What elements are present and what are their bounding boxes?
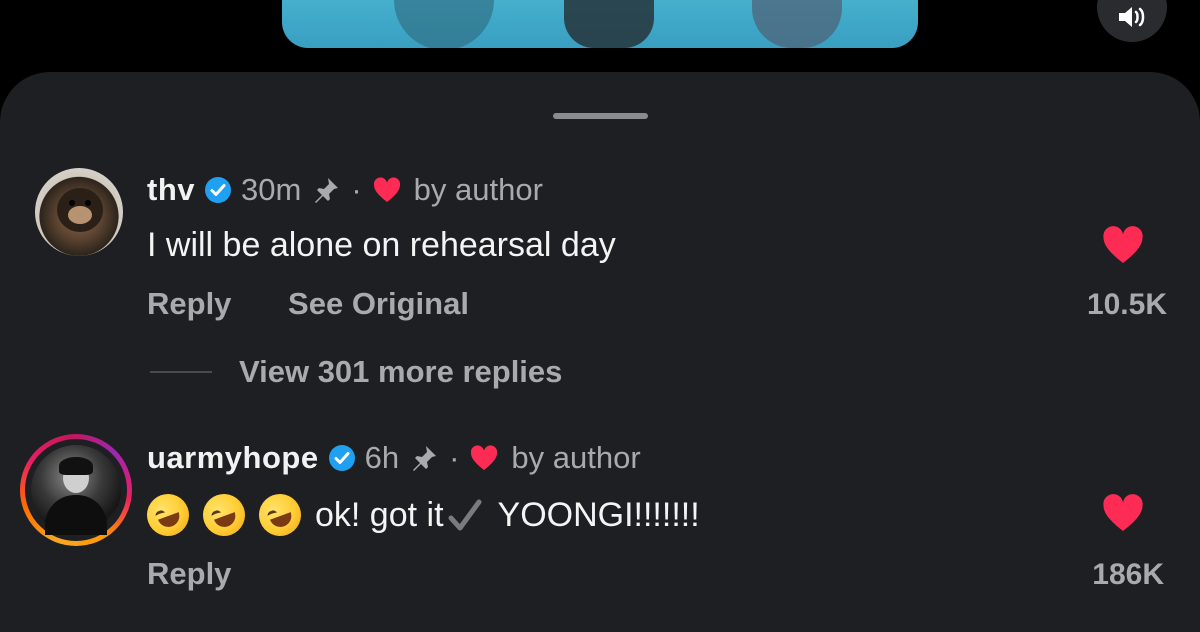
avatar-muzzle — [68, 206, 92, 224]
speaker-icon — [1119, 7, 1145, 27]
comment-text-part: YOONGI!!!!!!! — [497, 495, 700, 534]
separator-dot: · — [449, 440, 460, 475]
heart-icon — [469, 444, 499, 472]
video-figure — [394, 0, 494, 48]
like-count: 10.5K — [1086, 288, 1167, 321]
volume-button[interactable] — [1097, 0, 1167, 42]
replies-divider — [150, 371, 212, 373]
avatar-ring-gap — [25, 439, 127, 541]
video-preview[interactable] — [282, 0, 918, 48]
comment-text: I will be alone on rehearsal day — [147, 225, 616, 264]
avatar-hair — [59, 457, 93, 475]
verified-badge-icon — [328, 444, 356, 472]
comment-time: 6h — [364, 440, 400, 475]
author-liked-label: by author — [511, 440, 641, 475]
heart-icon — [372, 176, 402, 204]
username[interactable]: thv — [147, 172, 195, 208]
comment-text-part: ok! got it — [315, 495, 444, 534]
avatar-eye — [85, 200, 91, 206]
username[interactable]: uarmyhope — [147, 440, 319, 476]
author-liked-label: by author — [413, 172, 543, 207]
video-figure — [564, 0, 654, 48]
view-replies-label: View 301 more replies — [239, 354, 563, 389]
comment-actions: Reply See Original — [147, 286, 469, 322]
rofl-emoji-icon — [141, 488, 195, 542]
check-mark-icon — [448, 498, 482, 532]
comment-actions: Reply — [147, 556, 231, 592]
comment-header: uarmyhope 6h · by author — [147, 440, 641, 476]
video-figure — [752, 0, 842, 48]
like-heart-icon[interactable] — [1100, 492, 1146, 539]
avatar — [31, 445, 121, 535]
pin-icon — [311, 175, 341, 205]
avatar[interactable] — [35, 168, 123, 256]
reply-button[interactable]: Reply — [147, 286, 231, 321]
see-original-button[interactable]: See Original — [288, 286, 469, 321]
avatar-story-ring[interactable] — [20, 434, 132, 546]
like-count: 186K — [1092, 558, 1164, 591]
comment-time: 30m — [241, 172, 302, 207]
rofl-emoji-icon — [197, 488, 251, 542]
rofl-emoji-icon — [253, 488, 307, 542]
reply-button[interactable]: Reply — [147, 556, 231, 591]
separator-dot: · — [351, 172, 362, 207]
avatar-eye — [69, 200, 75, 206]
drag-handle[interactable] — [553, 113, 648, 119]
view-more-replies-button[interactable]: View 301 more replies — [150, 352, 562, 392]
comment-text: ok! got it YOONGI!!!!!!! — [141, 488, 700, 542]
avatar-jacket — [45, 495, 107, 535]
like-heart-icon[interactable] — [1100, 224, 1146, 271]
comment-header: thv 30m · by author — [147, 172, 543, 208]
verified-badge-icon — [204, 176, 232, 204]
pin-icon — [409, 443, 439, 473]
